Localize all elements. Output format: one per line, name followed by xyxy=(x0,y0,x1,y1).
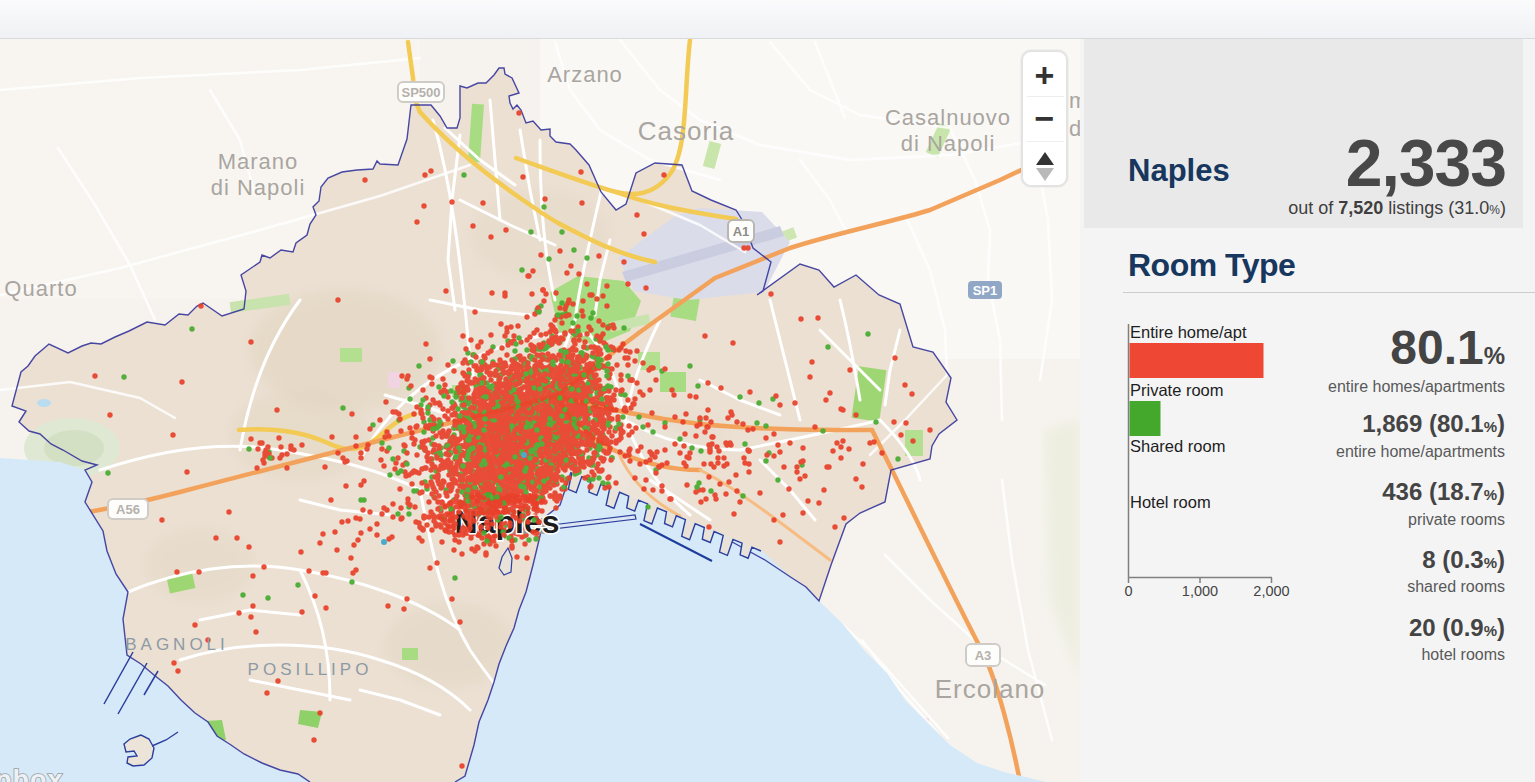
svg-text:Marano: Marano xyxy=(218,149,299,174)
svg-text:d': d' xyxy=(1069,116,1080,141)
svg-text:A1: A1 xyxy=(733,224,750,239)
svg-text:A3: A3 xyxy=(975,648,992,663)
svg-text:Arzano: Arzano xyxy=(547,62,623,87)
svg-text:SP1: SP1 xyxy=(973,283,998,298)
svg-text:SP500: SP500 xyxy=(401,85,440,100)
svg-text:Private room: Private room xyxy=(1130,381,1224,399)
svg-text:Shared room: Shared room xyxy=(1130,437,1225,455)
svg-text:2,000: 2,000 xyxy=(1253,583,1289,599)
svg-text:0: 0 xyxy=(1124,583,1132,599)
svg-text:Entire home/apt: Entire home/apt xyxy=(1130,323,1247,341)
svg-text:POSILLIPO: POSILLIPO xyxy=(248,660,373,679)
svg-text:Ercolano: Ercolano xyxy=(935,674,1046,704)
svg-text:A56: A56 xyxy=(116,502,140,517)
svg-text:BAGNOLI: BAGNOLI xyxy=(125,635,229,654)
svg-text:Quarto: Quarto xyxy=(4,276,77,301)
svg-text:di Napoli: di Napoli xyxy=(211,175,306,200)
svg-text:Casoria: Casoria xyxy=(638,116,735,146)
svg-text:1,000: 1,000 xyxy=(1182,583,1218,599)
svg-text:Casalnuovo: Casalnuovo xyxy=(885,105,1011,130)
svg-text:di Napoli: di Napoli xyxy=(901,131,996,156)
svg-text:Hotel room: Hotel room xyxy=(1130,493,1211,511)
svg-text:mapbox: mapbox xyxy=(0,765,64,782)
svg-text:m: m xyxy=(1069,88,1080,113)
